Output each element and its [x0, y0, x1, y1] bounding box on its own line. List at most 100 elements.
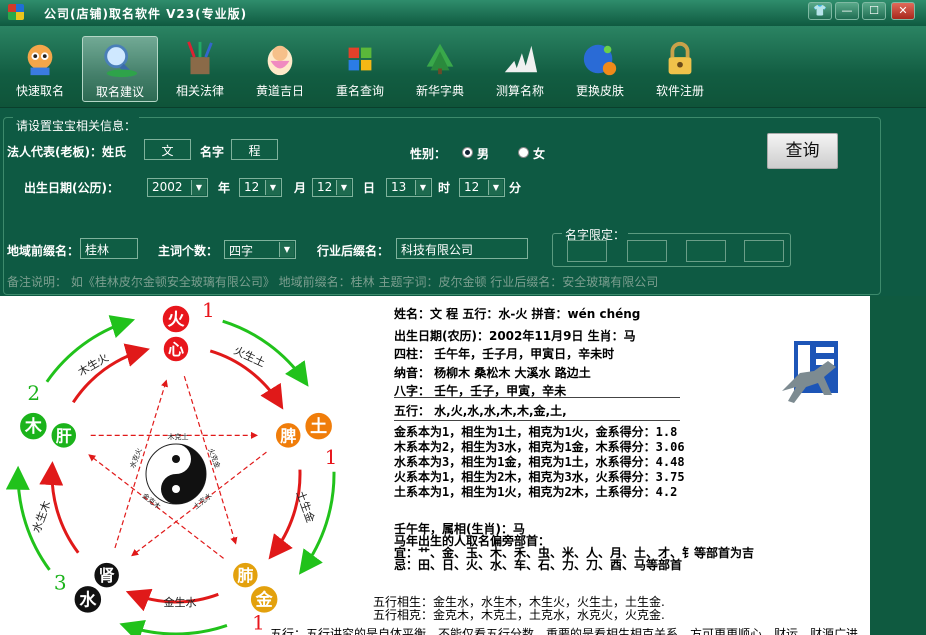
minimize-button[interactable]: — — [835, 2, 859, 20]
organ-label: 肺 — [237, 566, 253, 585]
gender-female-radio[interactable] — [518, 147, 529, 158]
zodiac-line: 忌：田、日、火、水、车、石、力、刀、酉、马等部首 — [394, 558, 683, 572]
toolbar: 快速取名 取名建议 相关法律 黄道吉日 重名查询 新华字典 测算名称 更换皮肤 软件注册 — [0, 26, 926, 108]
settings-group — [3, 117, 881, 295]
gender-male-label: 男 — [477, 147, 490, 161]
hour-select[interactable]: 13 ▼ — [386, 178, 432, 197]
element-label: 金 — [255, 589, 274, 610]
toolbar-button-3[interactable]: 黄道吉日 — [242, 36, 318, 102]
hour-value: 13 — [391, 180, 407, 194]
industry-label: 行业后缀名： — [317, 244, 390, 258]
name-limit-box-4[interactable] — [744, 240, 784, 262]
year-select[interactable]: 2002 ▼ — [147, 178, 208, 197]
element-label: 土 — [310, 416, 327, 437]
wordcount-label: 主词个数： — [158, 244, 219, 258]
query-button[interactable]: 查询 — [767, 133, 838, 169]
surname-field[interactable]: 文 — [144, 139, 191, 160]
chevron-down-icon: ▼ — [279, 242, 294, 257]
day-select[interactable]: 12 ▼ — [312, 178, 353, 197]
toolbar-button-label: 重名查询 — [335, 84, 384, 98]
settings-group-title: 请设置宝宝相关信息： — [13, 117, 140, 134]
minute-value: 12 — [464, 180, 480, 194]
toolbar-button-label: 相关法律 — [175, 84, 224, 98]
toolbar-button-label: 新华字典 — [415, 84, 464, 98]
birth-date-label: 出生日期(公历)： — [24, 181, 119, 195]
month-value: 12 — [244, 180, 260, 194]
close-button[interactable]: ✕ — [891, 2, 915, 20]
owner-label: 法人代表(老板)：姓氏 — [7, 145, 126, 159]
adidas-logo-icon — [504, 45, 538, 73]
toolbar-button-label: 软件注册 — [655, 84, 704, 98]
gender-male-radio[interactable] — [462, 147, 473, 158]
nayin: 纳音： 杨柳木 桑松木 大溪水 路边土 — [394, 366, 591, 380]
hour-unit: 时 — [438, 181, 451, 195]
divider — [394, 420, 680, 421]
divider — [394, 397, 680, 398]
generate-label: 金生水 — [164, 595, 197, 609]
toolbar-button-label: 测算名称 — [495, 84, 544, 98]
toolbar-button-7[interactable]: 更换皮肤 — [562, 36, 638, 102]
bottom-note: 五行：五行讲究的是自体平衡，不能仅看五行分数，重要的是看相生相克关系，方可更更顺… — [270, 627, 859, 635]
name-limit-box-2[interactable] — [627, 240, 667, 262]
given-name-field[interactable]: 程 — [231, 139, 278, 160]
day-value: 12 — [317, 180, 333, 194]
name-limit-box-3[interactable] — [686, 240, 726, 262]
generate-inner-arrow — [39, 461, 80, 554]
lunar-birth: 出生日期(农历)：2002年11月9日 生肖：马 — [394, 329, 636, 343]
month-select[interactable]: 12 ▼ — [239, 178, 282, 197]
toolbar-button-5[interactable]: 新华字典 — [402, 36, 478, 102]
toolbar-button-6[interactable]: 测算名称 — [482, 36, 558, 102]
gender-label: 性别： — [410, 147, 447, 161]
organ-label: 脾 — [280, 426, 296, 445]
element-count: 1 — [252, 610, 265, 634]
toolbar-button-1[interactable]: 取名建议 — [82, 36, 158, 102]
wordcount-select[interactable]: 四字 ▼ — [224, 240, 296, 259]
toolbar-button-0[interactable]: 快速取名 — [2, 36, 78, 102]
given-name-label: 名字 — [200, 145, 225, 159]
right-margin — [870, 296, 926, 635]
globe-icon — [583, 44, 617, 76]
month-unit: 月 — [294, 181, 307, 195]
organ-label: 肾 — [99, 566, 115, 585]
mascot-icon — [27, 44, 53, 76]
skin-button[interactable]: 👕 — [808, 2, 832, 20]
magnifier-icon — [104, 44, 138, 78]
generate-label: 火生土 — [232, 343, 268, 370]
element-count: 1 — [202, 298, 215, 322]
day-unit: 日 — [363, 181, 376, 195]
industry-field[interactable]: 科技有限公司 — [396, 238, 528, 259]
taiji-dot — [172, 485, 180, 493]
window-title: 公司(店铺)取名软件 V23(专业版) — [44, 7, 248, 21]
chevron-down-icon: ▼ — [415, 180, 430, 195]
five-elements-diagram: 火生土土生金金生水水生木木生火木克土火克金土克水金克木水克火火心1土脾1金肺1水… — [5, 298, 338, 635]
name-limit-box-1[interactable] — [567, 240, 607, 262]
element-count: 1 — [325, 445, 338, 469]
wordcount-value: 四字 — [229, 244, 254, 258]
app-icon — [8, 4, 24, 20]
generate-arrow — [119, 619, 228, 635]
year-value: 2002 — [152, 180, 183, 194]
chevron-down-icon: ▼ — [265, 180, 280, 195]
restrain-relation: 五行相克：金克木，木克土，土克水，水克火，火克金. — [373, 608, 665, 622]
organ-label: 心 — [168, 340, 184, 359]
region-label: 地域前缀名： — [7, 244, 80, 258]
toolbar-button-4[interactable]: 重名查询 — [322, 36, 398, 102]
baby-icon — [267, 45, 293, 76]
chevron-down-icon: ▼ — [336, 180, 351, 195]
minute-select[interactable]: 12 ▼ — [459, 178, 505, 197]
generate-inner-arrow — [268, 469, 302, 560]
taiji-dot — [172, 455, 180, 463]
element-label: 木 — [24, 416, 43, 437]
four-pillars: 四柱： 壬午年，壬子月，甲寅日，辛未时 — [394, 347, 615, 361]
title-bar: 公司(店铺)取名软件 V23(专业版) 👕 — ☐ ✕ — [0, 0, 926, 26]
year-unit: 年 — [218, 181, 231, 195]
toolbar-button-2[interactable]: 相关法律 — [162, 36, 238, 102]
toolbar-button-8[interactable]: 软件注册 — [642, 36, 718, 102]
pen-holder-icon — [187, 41, 213, 75]
region-field[interactable]: 桂林 — [80, 238, 138, 259]
generate-label: 水生木 — [29, 499, 53, 535]
element-label: 水 — [79, 589, 97, 610]
element-count: 2 — [27, 381, 40, 405]
gender-female-label: 女 — [533, 147, 546, 161]
maximize-button[interactable]: ☐ — [862, 2, 886, 20]
